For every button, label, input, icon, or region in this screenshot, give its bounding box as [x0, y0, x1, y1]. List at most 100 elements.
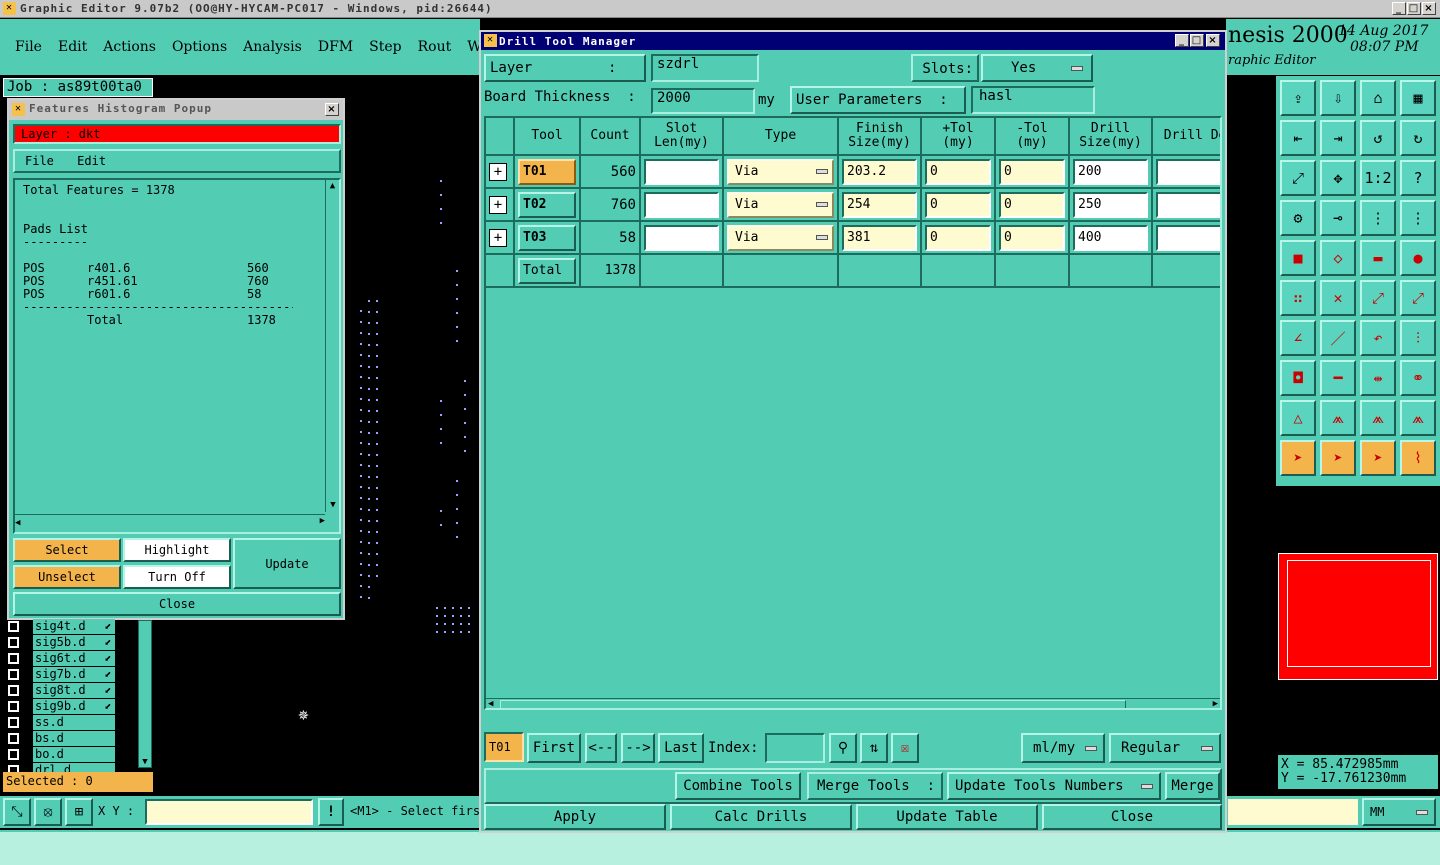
type-dropdown[interactable]: Via: [727, 158, 834, 185]
scroll-right-icon[interactable]: ▶: [320, 515, 325, 528]
units-select[interactable]: ml/my: [1021, 733, 1105, 763]
pointer-icon[interactable]: ➤: [1280, 440, 1316, 476]
scroll-down-icon[interactable]: ▼: [326, 499, 340, 512]
update-button[interactable]: Update: [233, 538, 341, 589]
route-icon[interactable]: ⌇: [1400, 440, 1436, 476]
last-button[interactable]: Last: [658, 733, 704, 763]
pan-icon[interactable]: ✥: [1320, 160, 1356, 196]
histogram-close-bottom-button[interactable]: Close: [13, 592, 341, 616]
expand-icon[interactable]: +: [489, 195, 507, 214]
measure-tool-icon[interactable]: ⦻: [34, 798, 62, 826]
layer-list-item[interactable]: sig5b.d ⬋: [8, 634, 125, 650]
grid-tool-icon[interactable]: ⊞: [65, 798, 93, 826]
drill-size-input[interactable]: 200: [1073, 158, 1148, 185]
rotate-icon[interactable]: ↶: [1360, 320, 1396, 356]
close-button[interactable]: Close: [1042, 804, 1222, 830]
snap-icon[interactable]: ⊸: [1320, 200, 1356, 236]
filter-icon[interactable]: ⋮: [1360, 200, 1396, 236]
histogram-hscroll[interactable]: ◀ ▶: [15, 514, 325, 528]
layer-input[interactable]: szdrl: [651, 54, 759, 82]
slot-len-input[interactable]: [644, 224, 719, 251]
sort-tool-icon[interactable]: ⇅: [860, 733, 888, 763]
menu-options[interactable]: Options: [172, 39, 227, 55]
user-parameters-button[interactable]: User Parameters :: [790, 86, 966, 114]
cross-icon[interactable]: ✕: [1320, 280, 1356, 316]
menu-edit[interactable]: Edit: [58, 39, 87, 55]
filter-active-icon[interactable]: ⋮: [1400, 200, 1436, 236]
board-thickness-input[interactable]: 2000: [651, 88, 755, 114]
drill-close-window-button[interactable]: ×: [1206, 34, 1220, 47]
preview-pane[interactable]: [1278, 553, 1438, 680]
menu-analysis[interactable]: Analysis: [243, 39, 302, 55]
histogram-vscroll[interactable]: ▲ ▼: [325, 180, 339, 512]
fit-icon[interactable]: ⤢: [1280, 160, 1316, 196]
table-scroll-right-icon[interactable]: ▶: [1213, 699, 1218, 708]
layer-checkbox[interactable]: [8, 716, 19, 728]
search-tool-icon[interactable]: ⚲: [829, 733, 857, 763]
minus-tol-input[interactable]: 0: [999, 191, 1065, 218]
histogram-menu-file[interactable]: File: [25, 154, 54, 168]
minus-tol-input[interactable]: 0: [999, 224, 1065, 251]
layer-list-item[interactable]: sig7b.d ⬋: [8, 666, 125, 682]
menu-step[interactable]: Step: [369, 39, 401, 55]
align-left-icon[interactable]: ⇤: [1280, 120, 1316, 156]
pointer-orange-icon[interactable]: ➤: [1360, 440, 1396, 476]
zoom-tool-icon[interactable]: ⤡: [3, 798, 31, 826]
trace-icon[interactable]: ━: [1320, 360, 1356, 396]
arch-icon[interactable]: ⩕: [1320, 400, 1356, 436]
minimize-button[interactable]: _: [1392, 2, 1406, 15]
menu-rout[interactable]: Rout: [418, 39, 452, 55]
expand-icon[interactable]: +: [489, 162, 507, 181]
box-select-icon[interactable]: ■: [1280, 240, 1316, 276]
plus-tol-input[interactable]: 0: [925, 158, 991, 185]
node-icon[interactable]: ⠶: [1280, 280, 1316, 316]
maximize-button[interactable]: □: [1407, 2, 1421, 15]
apply-button[interactable]: Apply: [484, 804, 666, 830]
undo-icon[interactable]: ↺: [1360, 120, 1396, 156]
combine-tools-button[interactable]: Combine Tools: [675, 772, 801, 800]
update-tools-numbers-dropdown[interactable]: Update Tools Numbers: [947, 772, 1161, 800]
window-split-icon[interactable]: ▦: [1400, 80, 1436, 116]
next-button[interactable]: -->: [621, 733, 655, 763]
slash-icon[interactable]: ／: [1320, 320, 1356, 356]
menu-file[interactable]: File: [15, 39, 42, 55]
layer-checkbox[interactable]: [8, 636, 19, 648]
layer-checkbox[interactable]: [8, 652, 19, 664]
mode-select[interactable]: Regular: [1109, 733, 1221, 763]
mirror-icon[interactable]: ⫶: [1400, 320, 1436, 356]
tool-button[interactable]: T03: [518, 224, 576, 251]
drill-minimize-button[interactable]: _: [1175, 34, 1189, 47]
type-dropdown[interactable]: Via: [727, 191, 834, 218]
select-button[interactable]: Select: [13, 538, 121, 562]
polygon-icon[interactable]: ◇: [1320, 240, 1356, 276]
minus-tol-input[interactable]: 0: [999, 158, 1065, 185]
help-icon[interactable]: ?: [1400, 160, 1436, 196]
user-parameters-input[interactable]: hasl: [971, 86, 1095, 114]
prev-button[interactable]: <--: [585, 733, 617, 763]
scale-icon[interactable]: 1:2: [1360, 160, 1396, 196]
layer-checkbox[interactable]: [8, 620, 19, 632]
connect-icon[interactable]: ⤢: [1360, 280, 1396, 316]
layer-label-button[interactable]: Layer :: [484, 54, 646, 82]
delete-tool-icon[interactable]: ☒: [891, 733, 919, 763]
align-right-icon[interactable]: ⇥: [1320, 120, 1356, 156]
drill-size-input[interactable]: 250: [1073, 191, 1148, 218]
export-icon[interactable]: ⇪: [1280, 80, 1316, 116]
line-connect-icon[interactable]: ⤢: [1400, 280, 1436, 316]
plus-tol-input[interactable]: 0: [925, 191, 991, 218]
plus-tol-input[interactable]: 0: [925, 224, 991, 251]
turn-off-button[interactable]: Turn Off: [123, 565, 231, 589]
histogram-close-button[interactable]: ×: [325, 103, 339, 116]
layer-list-item[interactable]: bo.d: [8, 746, 125, 762]
group-icon[interactable]: ⚭: [1400, 360, 1436, 396]
tool-button[interactable]: T02: [518, 191, 576, 218]
arch-line-icon[interactable]: ⩕: [1400, 400, 1436, 436]
angle-icon[interactable]: ∠: [1280, 320, 1316, 356]
layer-list-item[interactable]: sig9b.d ⬋: [8, 698, 125, 714]
ruler-icon[interactable]: ▬: [1360, 240, 1396, 276]
circle-icon[interactable]: ●: [1400, 240, 1436, 276]
finish-size-input[interactable]: 254: [842, 191, 917, 218]
type-dropdown[interactable]: Via: [727, 224, 834, 251]
import-icon[interactable]: ⇩: [1320, 80, 1356, 116]
drill-des-input[interactable]: [1156, 224, 1220, 251]
